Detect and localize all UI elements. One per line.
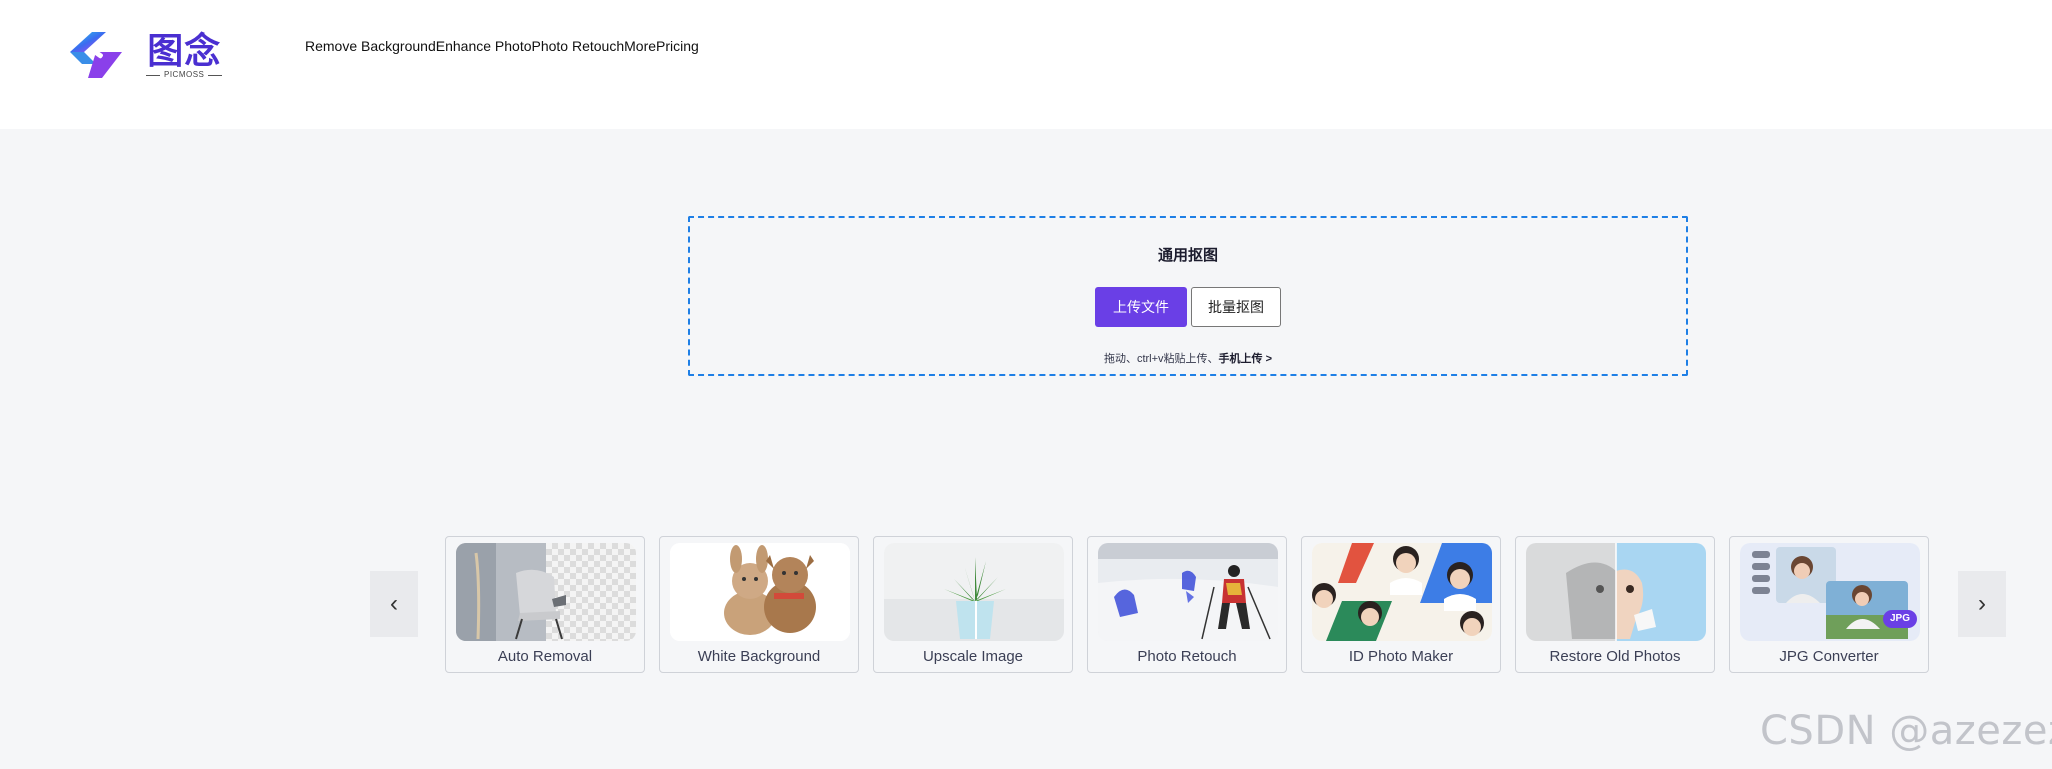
- tool-label: JPG Converter: [1779, 648, 1879, 665]
- tool-card-restore-old-photos[interactable]: Restore Old Photos: [1515, 536, 1715, 673]
- upload-file-button[interactable]: 上传文件: [1095, 287, 1187, 327]
- upload-title: 通用抠图: [1157, 247, 1218, 264]
- logo-mark-icon: [70, 32, 122, 78]
- tool-card-auto-removal[interactable]: Auto Removal: [445, 536, 645, 673]
- logo-subtitle: PICMOSS: [146, 70, 222, 80]
- tool-card-white-background[interactable]: White Background: [659, 536, 859, 673]
- carousel-prev-button[interactable]: ‹: [370, 571, 418, 637]
- nav-pricing[interactable]: Pricing: [656, 36, 699, 56]
- carousel-next-button[interactable]: ›: [1958, 571, 2006, 637]
- upscale-image-thumbnail: [884, 543, 1064, 641]
- main-nav: Remove Background Enhance Photo Photo Re…: [305, 36, 699, 56]
- tool-label: White Background: [697, 648, 821, 665]
- tool-label: Restore Old Photos: [1549, 648, 1681, 665]
- tool-label: Upscale Image: [922, 648, 1024, 665]
- nav-enhance-photo[interactable]: Enhance Photo: [436, 36, 532, 56]
- upload-hint: 拖动、ctrl+v粘贴上传、手机上传 >: [690, 350, 1686, 366]
- site-header: 图念 PICMOSS Remove Background Enhance Pho…: [0, 0, 2052, 129]
- site-logo[interactable]: 图念 PICMOSS: [66, 28, 226, 84]
- tool-card-upscale-image[interactable]: Upscale Image: [873, 536, 1073, 673]
- nav-more[interactable]: More: [624, 36, 656, 56]
- watermark: CSDN @azezeze: [1760, 708, 2052, 754]
- auto-removal-thumbnail: [456, 543, 636, 641]
- upload-hint-text: 拖动、ctrl+v粘贴上传、: [1103, 353, 1219, 365]
- nav-remove-background[interactable]: Remove Background: [305, 36, 436, 56]
- tool-card-jpg-converter[interactable]: JPG JPG Converter: [1729, 536, 1929, 673]
- logo-text: 图念: [147, 30, 222, 72]
- tools-carousel: ‹ Auto Removal White Background Upscale …: [0, 516, 2052, 769]
- tool-card-id-photo-maker[interactable]: ID Photo Maker: [1301, 536, 1501, 673]
- nav-photo-retouch[interactable]: Photo Retouch: [532, 36, 625, 56]
- tool-label: ID Photo Maker: [1348, 648, 1454, 665]
- restore-old-photos-thumbnail: [1526, 543, 1706, 641]
- id-photo-maker-thumbnail: [1312, 543, 1492, 641]
- batch-cutout-button[interactable]: 批量抠图: [1191, 287, 1281, 327]
- photo-retouch-thumbnail: [1098, 543, 1278, 641]
- tool-label: Photo Retouch: [1137, 648, 1237, 665]
- jpg-badge: JPG: [1883, 610, 1917, 628]
- white-background-thumbnail: [670, 543, 850, 641]
- tool-label: Auto Removal: [497, 648, 593, 665]
- mobile-upload-link[interactable]: 手机上传 >: [1219, 353, 1272, 365]
- upload-dropzone[interactable]: 通用抠图 上传文件 批量抠图 拖动、ctrl+v粘贴上传、手机上传 >: [688, 216, 1688, 376]
- tool-card-photo-retouch[interactable]: Photo Retouch: [1087, 536, 1287, 673]
